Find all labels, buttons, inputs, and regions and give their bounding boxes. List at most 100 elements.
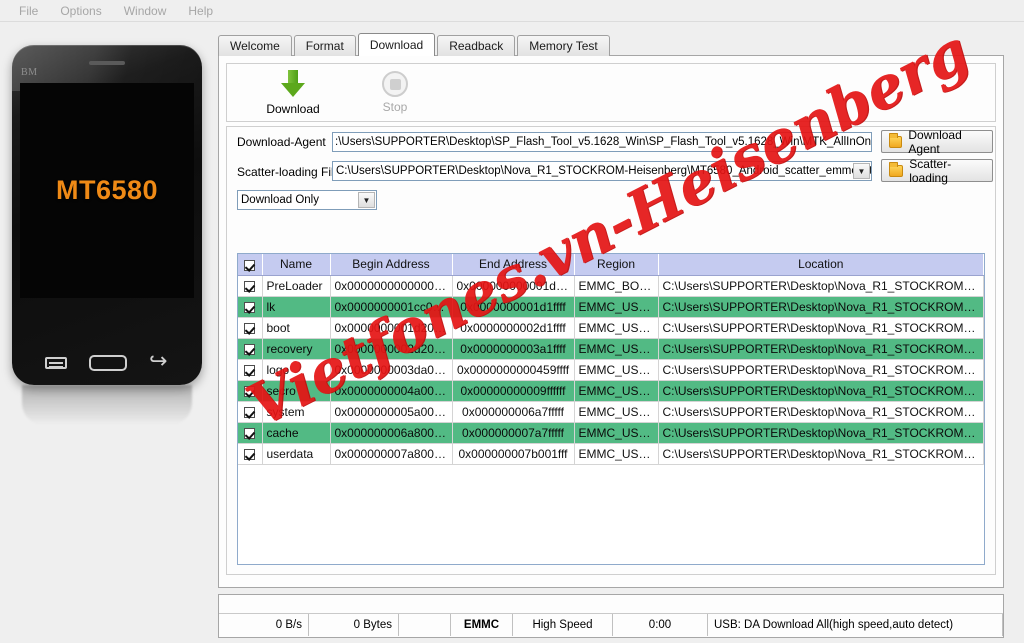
cell-location: C:\Users\SUPPORTER\Desktop\Nova_R1_STOCK… bbox=[658, 359, 984, 381]
table-row[interactable]: boot 0x0000000001d20000 0x0000000002d1ffff… bbox=[238, 317, 984, 339]
tab-memory-test[interactable]: Memory Test bbox=[517, 35, 610, 56]
cell-location: C:\Users\SUPPORTER\Desktop\Nova_R1_STOCK… bbox=[658, 275, 984, 297]
download-agent-input[interactable]: :\Users\SUPPORTER\Desktop\SP_Flash_Tool_… bbox=[332, 132, 872, 152]
cell-end-address: 0x0000000002d1ffff bbox=[452, 317, 575, 339]
row-checkbox[interactable] bbox=[238, 443, 263, 465]
download-agent-browse-button[interactable]: Download Agent bbox=[881, 128, 993, 156]
header-location[interactable]: Location bbox=[658, 254, 984, 276]
menu-item-help[interactable]: Help bbox=[177, 2, 224, 20]
header-select-all-checkbox[interactable] bbox=[238, 254, 263, 276]
green-down-arrow-icon bbox=[278, 69, 308, 99]
menu-bar: File Options Window Help bbox=[0, 0, 1024, 22]
cell-region: EMMC_USER bbox=[574, 380, 659, 402]
header-region[interactable]: Region bbox=[574, 254, 659, 276]
table-row[interactable]: userdata 0x000000007a800000 0x000000007b00… bbox=[238, 443, 984, 465]
table-row[interactable]: logo 0x0000000003da0000 0x0000000000459fff… bbox=[238, 359, 984, 381]
row-checkbox[interactable] bbox=[238, 317, 263, 339]
tab-readback[interactable]: Readback bbox=[437, 35, 516, 56]
table-row[interactable]: cache 0x000000006a800000 0x000000007a7ffff… bbox=[238, 422, 984, 444]
download-panel: Download Stop Download-Agent :\Users\SUP… bbox=[218, 55, 1004, 588]
partition-table-head: Name Begin Address End Address Region Lo… bbox=[238, 254, 984, 276]
header-begin-address[interactable]: Begin Address bbox=[330, 254, 453, 276]
scatter-loading-value: C:\Users\SUPPORTER\Desktop\Nova_R1_STOCK… bbox=[336, 165, 872, 177]
status-bytes: 0 Bytes bbox=[309, 614, 399, 636]
checkbox-icon[interactable] bbox=[244, 448, 256, 460]
checkbox-icon[interactable] bbox=[244, 427, 256, 439]
chipset-label: MT6580 bbox=[55, 175, 159, 205]
download-button-label: Download bbox=[266, 102, 320, 116]
phone-navigation-bar bbox=[12, 355, 202, 371]
cell-region: EMMC_USER bbox=[574, 359, 659, 381]
menu-item-window[interactable]: Window bbox=[113, 2, 178, 20]
checkbox-icon[interactable] bbox=[244, 406, 256, 418]
main-area: Welcome Format Download Readback Memory … bbox=[214, 23, 1024, 643]
download-mode-value: Download Only bbox=[241, 194, 319, 206]
checkbox-icon[interactable] bbox=[244, 280, 256, 292]
checkbox-icon[interactable] bbox=[244, 385, 256, 397]
stop-circle-icon bbox=[382, 71, 408, 97]
tab-welcome[interactable]: Welcome bbox=[218, 35, 292, 56]
menu-item-options[interactable]: Options bbox=[49, 2, 112, 20]
row-checkbox[interactable] bbox=[238, 422, 263, 444]
cell-region: EMMC_USER bbox=[574, 317, 659, 339]
cell-name: lk bbox=[262, 296, 331, 318]
phone-speaker-icon bbox=[89, 61, 125, 65]
checkbox-icon[interactable] bbox=[244, 343, 256, 355]
partition-table[interactable]: Name Begin Address End Address Region Lo… bbox=[237, 253, 985, 565]
phone-graphic: BM MT6580 bbox=[12, 45, 202, 385]
stop-button[interactable]: Stop bbox=[347, 69, 443, 117]
cell-name: cache bbox=[262, 422, 331, 444]
download-mode-select[interactable]: Download Only ▼ bbox=[237, 190, 377, 210]
device-illustration-panel: BM MT6580 bbox=[0, 23, 214, 643]
cell-begin-address: 0x0000000003da0000 bbox=[330, 359, 453, 381]
chevron-down-icon[interactable]: ▼ bbox=[853, 163, 870, 179]
chevron-down-icon[interactable]: ▼ bbox=[358, 192, 375, 208]
scatter-loading-browse-button[interactable]: Scatter-loading bbox=[881, 157, 993, 185]
download-button[interactable]: Download bbox=[245, 69, 341, 117]
cell-begin-address: 0x0000000001d20000 bbox=[330, 317, 453, 339]
folder-icon bbox=[889, 161, 904, 177]
cell-begin-address: 0x0000000005a00000 bbox=[330, 401, 453, 423]
cell-location: C:\Users\SUPPORTER\Desktop\Nova_R1_STOCK… bbox=[658, 296, 984, 318]
cell-name: recovery bbox=[262, 338, 331, 360]
tab-download[interactable]: Download bbox=[357, 33, 436, 56]
row-checkbox[interactable] bbox=[238, 380, 263, 402]
phone-menu-button-icon bbox=[45, 357, 67, 369]
cell-region: EMMC_USER bbox=[574, 338, 659, 360]
cell-region: EMMC_USER bbox=[574, 443, 659, 465]
table-row[interactable]: PreLoader 0x0000000000000000 0x00000000000… bbox=[238, 275, 984, 297]
tab-format[interactable]: Format bbox=[293, 35, 356, 56]
cell-begin-address: 0x0000000002d20000 bbox=[330, 338, 453, 360]
row-checkbox[interactable] bbox=[238, 275, 263, 297]
cell-name: logo bbox=[262, 359, 331, 381]
header-name[interactable]: Name bbox=[262, 254, 331, 276]
cell-location: C:\Users\SUPPORTER\Desktop\Nova_R1_STOCK… bbox=[658, 317, 984, 339]
status-bar: 0 B/s 0 Bytes EMMC High Speed 0:00 USB: … bbox=[219, 614, 1003, 636]
cell-end-address: 0x000000007a7fffff bbox=[452, 422, 575, 444]
menu-item-file[interactable]: File bbox=[8, 2, 49, 20]
scatter-loading-combo[interactable]: C:\Users\SUPPORTER\Desktop\Nova_R1_STOCK… bbox=[332, 161, 872, 181]
table-row[interactable]: lk 0x0000000001cc0000 0x0000000001d1ffff EM… bbox=[238, 296, 984, 318]
table-row[interactable]: secro 0x0000000004a00000 0x00000000009ffff… bbox=[238, 380, 984, 402]
row-checkbox[interactable] bbox=[238, 296, 263, 318]
checkbox-icon[interactable] bbox=[244, 259, 256, 271]
checkbox-icon[interactable] bbox=[244, 322, 256, 334]
row-checkbox[interactable] bbox=[238, 359, 263, 381]
table-row[interactable]: recovery 0x0000000002d20000 0x0000000003a1… bbox=[238, 338, 984, 360]
row-checkbox[interactable] bbox=[238, 401, 263, 423]
checkbox-icon[interactable] bbox=[244, 301, 256, 313]
cell-location: C:\Users\SUPPORTER\Desktop\Nova_R1_STOCK… bbox=[658, 380, 984, 402]
cell-region: EMMC_USER bbox=[574, 422, 659, 444]
header-end-address[interactable]: End Address bbox=[452, 254, 575, 276]
table-header-row: Name Begin Address End Address Region Lo… bbox=[238, 254, 984, 276]
row-checkbox[interactable] bbox=[238, 338, 263, 360]
cell-name: boot bbox=[262, 317, 331, 339]
cell-begin-address: 0x0000000004a00000 bbox=[330, 380, 453, 402]
phone-reflection bbox=[22, 385, 192, 425]
cell-location: C:\Users\SUPPORTER\Desktop\Nova_R1_STOCK… bbox=[658, 338, 984, 360]
table-row[interactable]: system 0x0000000005a00000 0x000000006a7fff… bbox=[238, 401, 984, 423]
stop-button-label: Stop bbox=[382, 100, 408, 114]
status-speed: 0 B/s bbox=[219, 614, 309, 636]
partition-table-body: PreLoader 0x0000000000000000 0x00000000000… bbox=[238, 275, 984, 465]
checkbox-icon[interactable] bbox=[244, 364, 256, 376]
